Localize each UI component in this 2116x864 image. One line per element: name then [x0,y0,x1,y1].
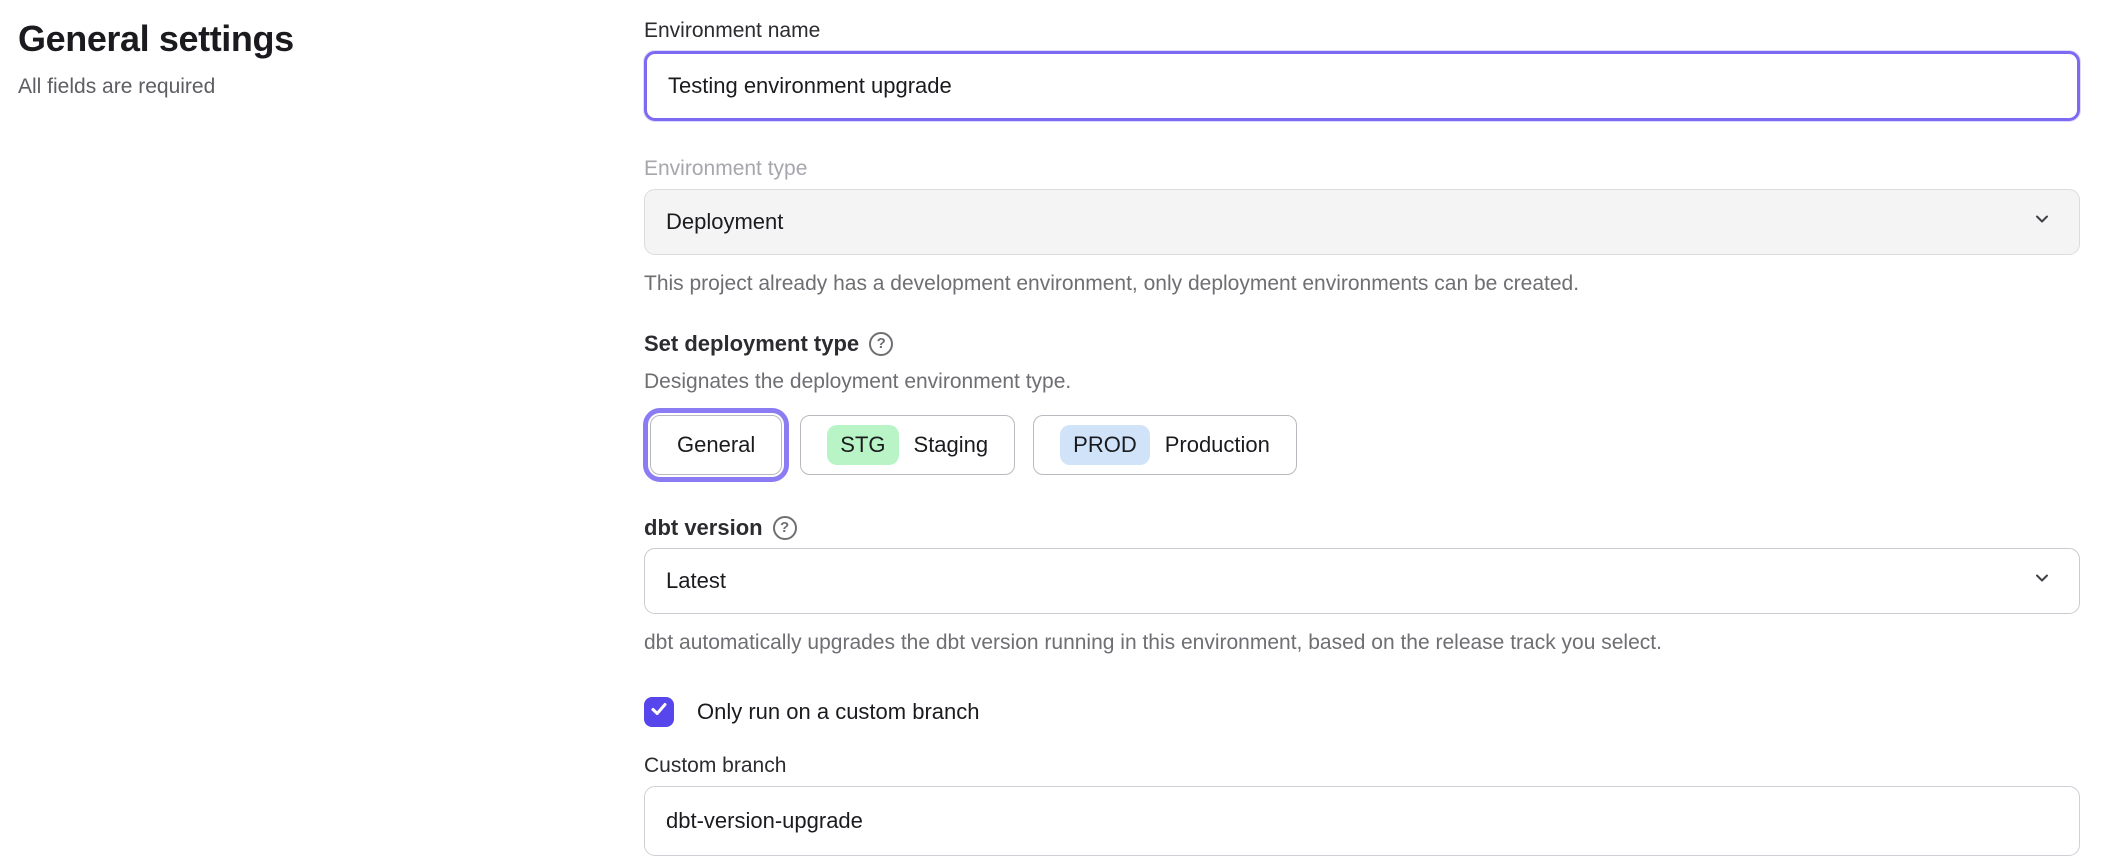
dbt-version-helper: dbt automatically upgrades the dbt versi… [644,629,2080,656]
production-badge: PROD [1060,425,1150,465]
deployment-type-production-button[interactable]: PROD Production [1033,415,1297,475]
deployment-type-options: General STG Staging PROD Production [644,409,2080,481]
settings-form: Environment name Environment type Deploy… [644,0,2080,856]
environment-type-label-text: Environment type [644,156,807,182]
deployment-type-general-button[interactable]: General [650,415,782,475]
page-title: General settings [18,16,644,61]
general-settings-page: General settings All fields are required… [0,0,2116,856]
environment-type-selected-value: Deployment [666,209,783,235]
environment-type-helper: This project already has a development e… [644,270,2080,297]
dbt-version-select[interactable]: Latest [644,548,2080,614]
deployment-type-staging-button[interactable]: STG Staging [800,415,1015,475]
check-icon [649,699,669,724]
environment-name-label: Environment name [644,18,2080,44]
environment-type-label: Environment type [644,156,2080,182]
dbt-version-label-text: dbt version [644,515,763,541]
custom-branch-field: Custom branch [644,753,2080,856]
dbt-version-selected-value: Latest [666,568,726,594]
staging-badge: STG [827,425,898,465]
environment-name-label-text: Environment name [644,18,820,44]
environment-name-input[interactable] [644,51,2080,121]
custom-branch-label: Custom branch [644,753,2080,779]
chevron-down-icon [2032,568,2052,594]
environment-type-select[interactable]: Deployment [644,189,2080,255]
custom-branch-checkbox-label: Only run on a custom branch [697,699,979,725]
custom-branch-checkbox[interactable] [644,697,674,727]
chevron-down-icon [2032,209,2052,235]
dbt-version-field: dbt version ? Latest dbt automatically u… [644,515,2080,656]
custom-branch-label-text: Custom branch [644,753,786,779]
production-option-label: Production [1165,432,1270,458]
help-icon[interactable]: ? [869,332,893,356]
custom-branch-toggle-row: Only run on a custom branch [644,697,2080,727]
page-subtitle: All fields are required [18,75,644,99]
section-header: General settings All fields are required [0,0,644,856]
staging-option-label: Staging [914,432,989,458]
deployment-type-label-text: Set deployment type [644,331,859,357]
environment-type-field: Environment type Deployment This project… [644,156,2080,297]
deployment-type-description: Designates the deployment environment ty… [644,370,2080,394]
environment-name-field: Environment name [644,18,2080,121]
custom-branch-input[interactable] [644,786,2080,856]
general-option-label: General [677,432,755,458]
deployment-type-label: Set deployment type ? [644,331,2080,357]
help-icon[interactable]: ? [773,516,797,540]
deployment-type-field: Set deployment type ? Designates the dep… [644,331,2080,481]
dbt-version-label: dbt version ? [644,515,2080,541]
